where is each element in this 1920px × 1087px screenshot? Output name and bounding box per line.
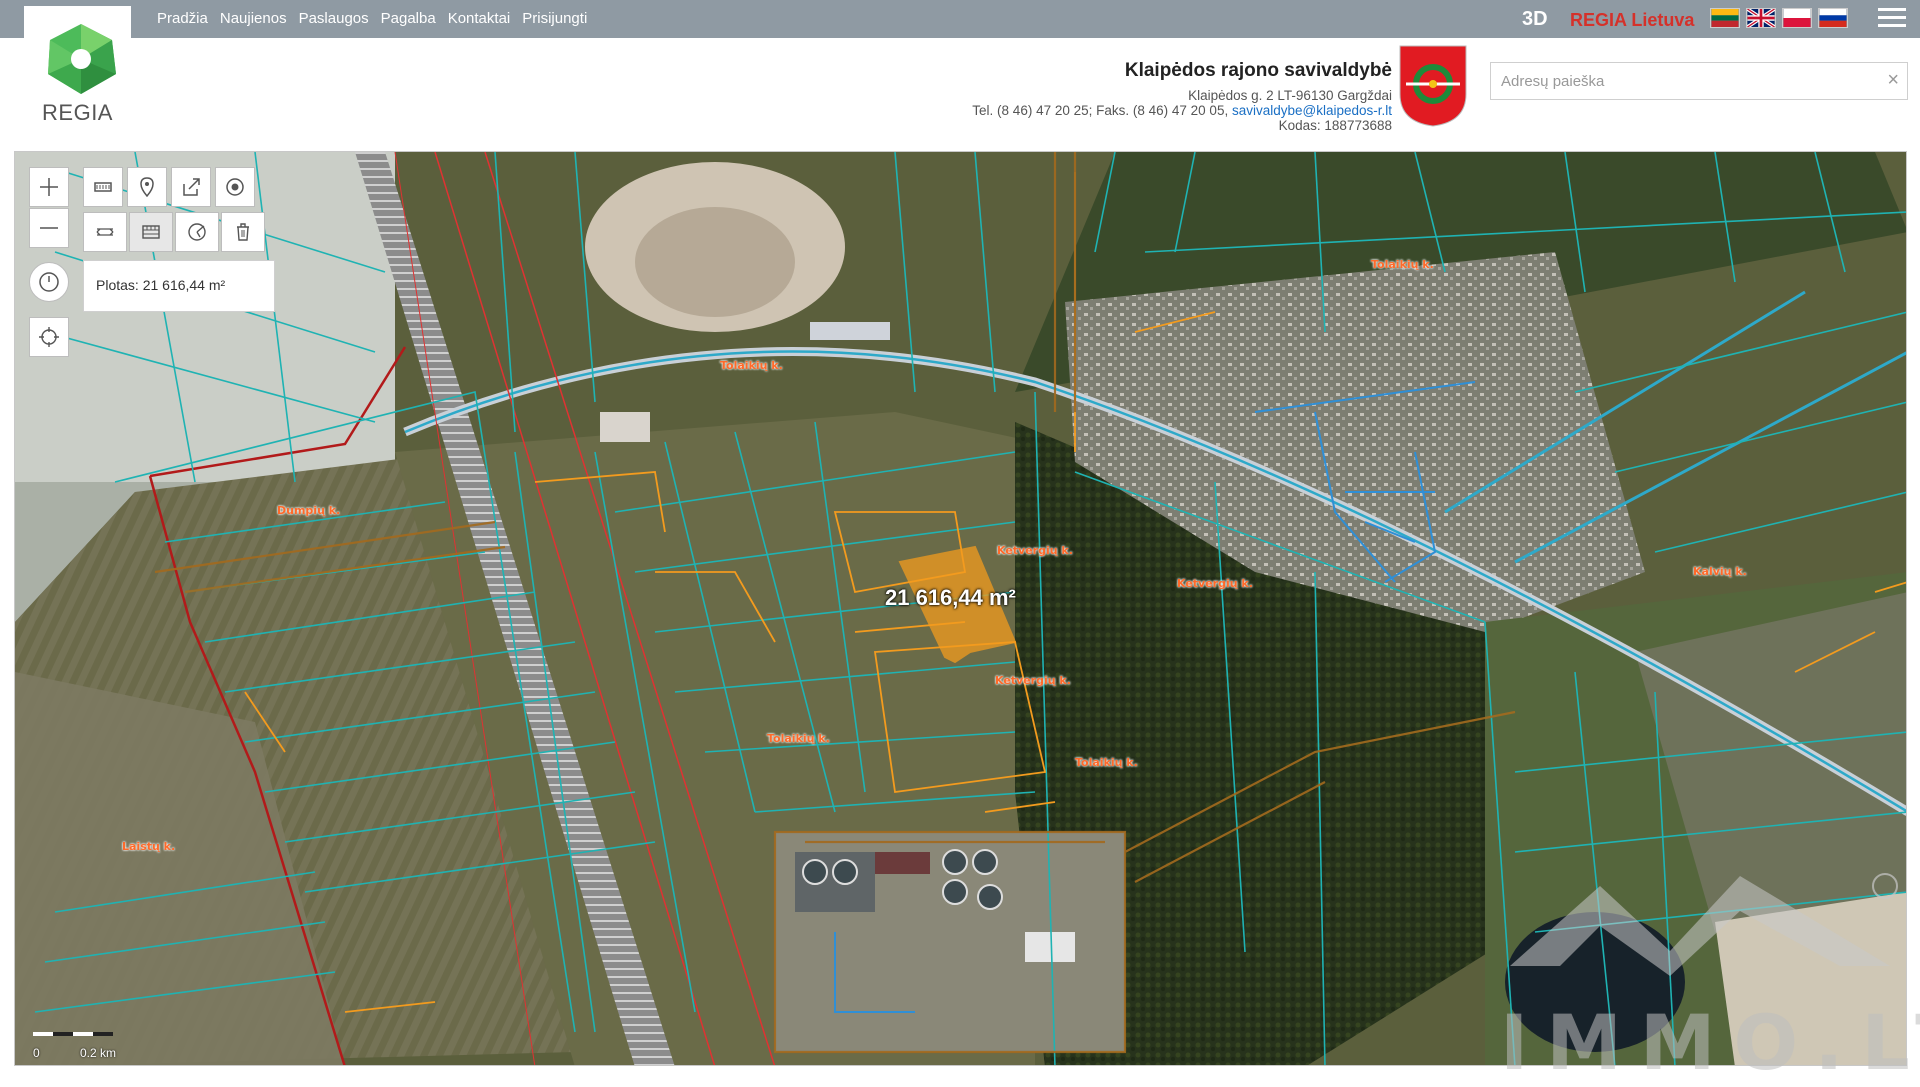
- nav-item-paslaugos[interactable]: Paslaugos: [299, 10, 369, 27]
- place-label: Tolaikių k.: [1371, 258, 1434, 271]
- municipality-address: Klaipėdos g. 2 LT-96130 Gargždai: [1188, 88, 1392, 103]
- map-pin-icon: [140, 177, 154, 198]
- scale-zero: 0: [33, 1046, 40, 1060]
- share-icon: [183, 178, 200, 196]
- ruler-distance-icon: [96, 228, 114, 236]
- place-label: Laistų k.: [122, 840, 176, 853]
- nav-item-naujienos[interactable]: Naujienos: [220, 10, 287, 27]
- main-nav: Pradžia Naujienos Paslaugos Pagalba Kont…: [157, 10, 599, 27]
- coat-of-arms-icon: [1399, 45, 1467, 127]
- nav-item-kontaktai[interactable]: Kontaktai: [448, 10, 511, 27]
- zoom-out-button[interactable]: [29, 208, 69, 248]
- place-label: Ketvergių k.: [995, 674, 1071, 687]
- clear-search-icon[interactable]: ×: [1887, 69, 1899, 92]
- municipality-code: Kodas: 188773688: [1278, 118, 1392, 133]
- regia-logo-icon[interactable]: [44, 22, 118, 96]
- pl-flag-icon[interactable]: [1782, 8, 1812, 28]
- place-label: Ketvergių k.: [997, 544, 1073, 557]
- nav-item-pradzia[interactable]: Pradžia: [157, 10, 208, 27]
- uk-flag-icon[interactable]: [1746, 8, 1776, 28]
- municipality-title: Klaipėdos rajono savivaldybė: [1124, 60, 1392, 81]
- municipality-contacts: Tel. (8 46) 47 20 25; Faks. (8 46) 47 20…: [972, 103, 1392, 118]
- crosshair-icon: [39, 327, 59, 347]
- municipality-phones: Tel. (8 46) 47 20 25; Faks. (8 46) 47 20…: [972, 103, 1229, 118]
- measure-result-panel: Plotas: 21 616,44 m²: [83, 260, 275, 312]
- place-label: Ketvergių k.: [1177, 577, 1253, 590]
- language-flags: [1710, 8, 1848, 28]
- 3d-button[interactable]: 3D: [1522, 8, 1548, 31]
- clock-icon: [39, 272, 59, 292]
- measure-area-label: 21 616,44 m²: [885, 585, 1016, 610]
- zoom-in-button[interactable]: [29, 167, 69, 207]
- ru-flag-icon[interactable]: [1818, 8, 1848, 28]
- place-label: Tolaikių k.: [720, 359, 783, 372]
- address-search-input[interactable]: [1491, 63, 1861, 99]
- place-label: Dumpių k.: [277, 504, 341, 517]
- ruler-area-icon: [142, 225, 160, 239]
- measure-distance-button[interactable]: [83, 212, 127, 252]
- target-dot-icon: [226, 178, 244, 196]
- delete-measure-button[interactable]: [221, 212, 265, 252]
- place-label: Kalvių k.: [1693, 565, 1747, 578]
- nav-item-pagalba[interactable]: Pagalba: [381, 10, 436, 27]
- measure-circle-button[interactable]: [175, 212, 219, 252]
- locate-button[interactable]: [215, 167, 255, 207]
- immo-watermark-text: IMMO.LT: [1500, 998, 1920, 1087]
- plus-icon: [40, 178, 58, 196]
- place-label: Tolaikių k.: [767, 732, 830, 745]
- crosshair-button[interactable]: [29, 317, 69, 357]
- address-search: ×: [1490, 62, 1908, 100]
- municipality-email-link[interactable]: savivaldybe@klaipedos-r.lt: [1232, 103, 1392, 118]
- regia-lietuva-link[interactable]: REGIA Lietuva: [1570, 10, 1694, 31]
- share-button[interactable]: [171, 167, 211, 207]
- logo-text: REGIA: [42, 100, 113, 125]
- history-button[interactable]: [29, 262, 69, 302]
- minus-icon: [40, 227, 58, 229]
- map-layers-icon: [94, 182, 112, 192]
- scale-distance: 0.2 km: [80, 1046, 117, 1060]
- marker-button[interactable]: [127, 167, 167, 207]
- trash-icon: [237, 223, 249, 241]
- hamburger-menu-icon[interactable]: [1878, 8, 1906, 30]
- circle-measure-icon: [188, 223, 206, 241]
- place-label: Tolaikių k.: [1075, 756, 1138, 769]
- scale-bar: [33, 1032, 113, 1036]
- lt-flag-icon[interactable]: [1710, 8, 1740, 28]
- layers-button[interactable]: [83, 167, 123, 207]
- nav-item-prisijungti[interactable]: Prisijungti: [522, 10, 587, 27]
- measure-area-button[interactable]: [129, 212, 173, 252]
- immo-watermark-icon: [1510, 873, 1898, 976]
